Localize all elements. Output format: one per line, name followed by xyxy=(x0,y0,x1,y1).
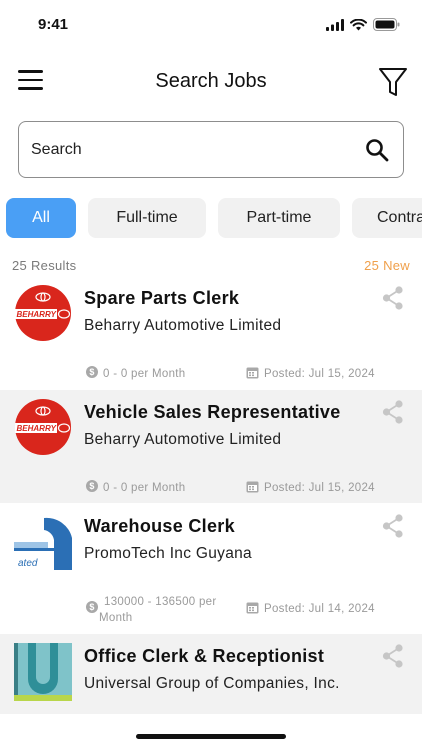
posted-info: Posted: Jul 14, 2024 xyxy=(246,601,375,617)
beharry-logo-icon: BEHARRY xyxy=(15,285,71,341)
job-title[interactable]: Office Clerk & Receptionist xyxy=(84,646,324,667)
logo-text: BEHARRY xyxy=(17,424,57,433)
salary-info: $ 0 - 0 per Month xyxy=(86,366,185,381)
salary-text-cont: Month xyxy=(99,612,133,624)
job-card[interactable]: BEHARRY Spare Parts Clerk Beharry Automo… xyxy=(0,276,422,388)
logo-text: BEHARRY xyxy=(17,310,57,319)
company-logo: ated xyxy=(14,512,72,570)
share-icon[interactable] xyxy=(382,286,404,310)
salary-text: 0 - 0 per Month xyxy=(103,481,186,494)
home-indicator[interactable] xyxy=(136,734,286,739)
share-icon[interactable] xyxy=(382,400,404,424)
posted-date: Posted: Jul 15, 2024 xyxy=(264,482,375,494)
dollar-coin-icon: $ xyxy=(86,366,98,381)
svg-text:$: $ xyxy=(89,481,94,491)
header: Search Jobs xyxy=(0,60,422,106)
chip-full-time[interactable]: Full-time xyxy=(88,198,206,238)
calendar-icon xyxy=(246,601,259,617)
company-logo: BEHARRY xyxy=(14,284,72,342)
share-icon[interactable] xyxy=(382,514,404,538)
posted-info: Posted: Jul 15, 2024 xyxy=(246,480,375,496)
company-name: PromoTech Inc Guyana xyxy=(84,545,252,562)
chip-all[interactable]: All xyxy=(6,198,76,238)
company-name: Beharry Automotive Limited xyxy=(84,431,282,448)
svg-text:$: $ xyxy=(89,367,94,377)
posted-date: Posted: Jul 15, 2024 xyxy=(264,368,375,380)
status-time: 9:41 xyxy=(38,16,69,33)
promotech-logo-icon: ated xyxy=(14,512,72,570)
search-icon[interactable] xyxy=(365,138,389,162)
salary-info: $ 0 - 0 per Month xyxy=(86,480,185,495)
salary-info: $ 130000 - 136500 per Month xyxy=(86,594,217,626)
company-name: Beharry Automotive Limited xyxy=(84,317,282,334)
page-title: Search Jobs xyxy=(155,70,267,92)
svg-text:$: $ xyxy=(89,602,94,612)
search-box xyxy=(18,121,404,178)
calendar-icon xyxy=(246,480,259,496)
cellular-signal-icon xyxy=(326,18,344,31)
job-card[interactable]: BEHARRY Vehicle Sales Representative Beh… xyxy=(0,390,422,503)
calendar-icon xyxy=(246,366,259,382)
chip-part-time[interactable]: Part-time xyxy=(218,198,340,238)
job-card[interactable]: ated Warehouse Clerk PromoTech Inc Guyan… xyxy=(0,504,422,632)
new-results-count: 25 New xyxy=(364,258,410,273)
search-input[interactable] xyxy=(31,136,351,164)
salary-text: 130000 - 136500 per xyxy=(104,596,217,608)
company-logo: BEHARRY xyxy=(14,398,72,456)
beharry-logo-icon: BEHARRY xyxy=(15,399,71,455)
company-name: Universal Group of Companies, Inc. xyxy=(84,675,340,692)
status-bar: 9:41 xyxy=(0,0,422,50)
dollar-coin-icon: $ xyxy=(86,480,98,495)
wifi-icon xyxy=(350,18,367,30)
posted-info: Posted: Jul 15, 2024 xyxy=(246,366,375,382)
battery-icon xyxy=(373,18,400,31)
filter-funnel-icon[interactable] xyxy=(378,66,408,98)
results-count: 25 Results xyxy=(12,258,77,273)
status-icons xyxy=(326,18,400,31)
dollar-coin-icon: $ xyxy=(86,601,98,616)
company-logo xyxy=(14,643,72,701)
chip-contract[interactable]: Contra xyxy=(352,198,422,238)
job-title[interactable]: Spare Parts Clerk xyxy=(84,288,239,309)
job-title[interactable]: Vehicle Sales Representative xyxy=(84,402,341,423)
posted-date: Posted: Jul 14, 2024 xyxy=(264,603,375,615)
job-card[interactable]: Office Clerk & Receptionist Universal Gr… xyxy=(0,634,422,714)
share-icon[interactable] xyxy=(382,644,404,668)
filter-chips: All Full-time Part-time Contra xyxy=(6,198,422,240)
job-title[interactable]: Warehouse Clerk xyxy=(84,516,235,537)
universal-group-logo-icon xyxy=(14,643,72,701)
salary-text: 0 - 0 per Month xyxy=(103,367,186,380)
logo-text: ated xyxy=(18,558,38,569)
